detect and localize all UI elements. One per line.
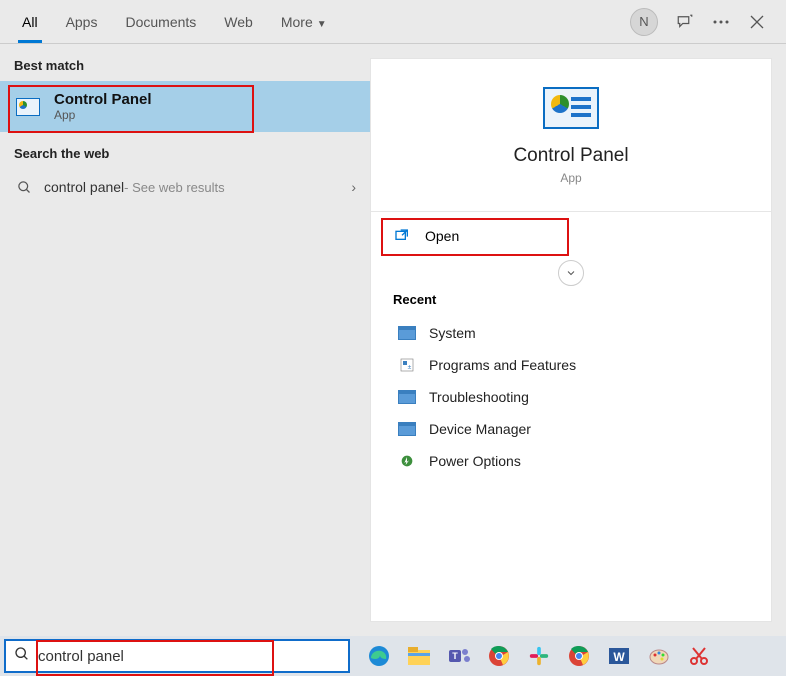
tab-documents[interactable]: Documents: [111, 2, 210, 42]
open-label: Open: [425, 228, 459, 244]
word-icon[interactable]: W: [604, 641, 634, 671]
programs-icon: ±: [397, 357, 417, 373]
recent-item-label: Troubleshooting: [429, 389, 529, 405]
teams-icon[interactable]: T: [444, 641, 474, 671]
tab-all[interactable]: All: [8, 2, 52, 42]
details-pane: Control Panel App Open Recent: [370, 58, 772, 622]
details-subtitle: App: [391, 171, 751, 185]
recent-item-system[interactable]: System: [393, 317, 749, 349]
chrome-icon[interactable]: [484, 641, 514, 671]
edge-icon[interactable]: [364, 641, 394, 671]
best-match-item[interactable]: Control Panel App: [0, 81, 370, 132]
power-options-icon: [397, 453, 417, 469]
file-explorer-icon[interactable]: [404, 641, 434, 671]
control-panel-large-icon: [543, 87, 599, 129]
feedback-icon[interactable]: [676, 13, 694, 31]
paint-icon[interactable]: [644, 641, 674, 671]
search-icon: [14, 646, 30, 667]
web-hint-text: - See web results: [124, 180, 224, 195]
control-panel-icon: [14, 93, 42, 121]
svg-text:T: T: [452, 651, 458, 661]
chevron-down-icon: ▼: [317, 19, 327, 30]
recent-item-troubleshooting[interactable]: Troubleshooting: [393, 381, 749, 413]
search-header: All Apps Documents Web More▼ N: [0, 0, 786, 44]
taskbar-search[interactable]: [4, 639, 350, 673]
user-avatar[interactable]: N: [630, 8, 658, 36]
web-query-text: control panel: [44, 179, 124, 195]
troubleshooting-icon: [397, 389, 417, 405]
expand-button[interactable]: [558, 260, 584, 286]
close-icon[interactable]: [748, 13, 766, 31]
recent-item-power-options[interactable]: Power Options: [393, 445, 749, 477]
system-icon: [397, 325, 417, 341]
best-match-label: Best match: [0, 44, 370, 81]
open-action[interactable]: Open: [385, 216, 757, 256]
taskbar-apps: T W: [364, 641, 714, 671]
svg-text:±: ±: [408, 364, 412, 371]
best-match-title: Control Panel: [54, 91, 152, 108]
tab-more[interactable]: More▼: [267, 2, 341, 42]
svg-text:W: W: [613, 650, 625, 664]
taskbar: T W: [0, 636, 786, 676]
recent-item-programs[interactable]: ± Programs and Features: [393, 349, 749, 381]
details-title: Control Panel: [391, 145, 751, 167]
recent-label: Recent: [393, 292, 749, 307]
filter-tabs: All Apps Documents Web More▼: [8, 2, 341, 42]
more-options-icon[interactable]: [712, 13, 730, 31]
slack-icon[interactable]: [524, 641, 554, 671]
recent-item-device-manager[interactable]: Device Manager: [393, 413, 749, 445]
tab-web[interactable]: Web: [210, 2, 267, 42]
chevron-right-icon: ›: [351, 179, 356, 195]
best-match-subtitle: App: [54, 108, 152, 122]
recent-item-label: Power Options: [429, 453, 521, 469]
open-icon: [391, 228, 413, 244]
snip-icon[interactable]: [684, 641, 714, 671]
web-result-item[interactable]: control panel - See web results ›: [0, 169, 370, 205]
device-manager-icon: [397, 421, 417, 437]
recent-item-label: Device Manager: [429, 421, 531, 437]
search-web-label: Search the web: [0, 132, 370, 169]
recent-item-label: Programs and Features: [429, 357, 576, 373]
recent-item-label: System: [429, 325, 476, 341]
chrome-alt-icon[interactable]: [564, 641, 594, 671]
search-icon: [14, 180, 34, 195]
results-list: Best match Control Panel App Search the …: [0, 44, 370, 636]
tab-apps[interactable]: Apps: [52, 2, 112, 42]
search-input[interactable]: [38, 648, 340, 665]
